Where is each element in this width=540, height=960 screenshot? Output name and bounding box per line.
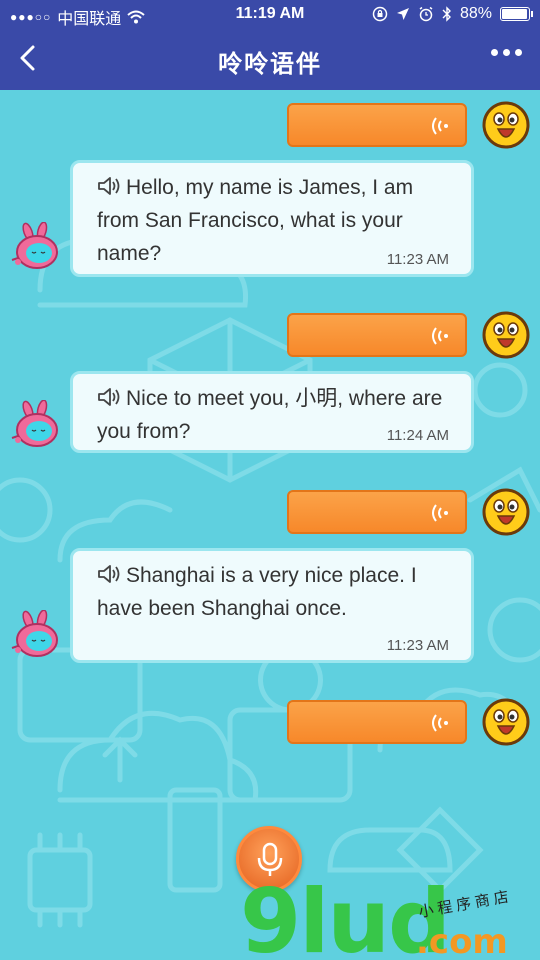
user-voice-message[interactable]: [287, 700, 467, 744]
bot-avatar: [11, 400, 58, 447]
speaker-icon[interactable]: [97, 176, 121, 196]
battery-percent: 88%: [459, 5, 492, 22]
message-time: 11:24 AM: [386, 427, 449, 444]
status-bar: ●●●○○ 中国联通 11:19 AM 88%: [0, 0, 540, 28]
bluetooth-icon: [442, 6, 451, 22]
more-dot: [503, 49, 510, 56]
message-content: Hello, my name is James, I am from San F…: [97, 176, 414, 265]
speaker-icon[interactable]: [97, 564, 121, 584]
battery-fill: [502, 9, 527, 19]
voice-wave-icon: [432, 714, 448, 732]
user-avatar: [482, 101, 530, 149]
user-voice-message[interactable]: [287, 103, 467, 147]
bot-message[interactable]: Shanghai is a very nice place. I have be…: [70, 548, 474, 663]
message-content: Shanghai is a very nice place. I have be…: [97, 564, 417, 620]
nav-bar: 呤呤语伴: [0, 28, 540, 90]
status-right: 88%: [372, 5, 533, 23]
bot-message-text: Shanghai is a very nice place. I have be…: [73, 551, 471, 625]
alarm-icon: [419, 6, 433, 22]
bot-avatar: [11, 610, 58, 657]
user-avatar: [482, 311, 530, 359]
bot-message[interactable]: Hello, my name is James, I am from San F…: [70, 160, 474, 277]
battery-icon: [500, 7, 533, 21]
bot-message[interactable]: Nice to meet you, 小明, where are you from…: [70, 371, 474, 453]
message-time: 11:23 AM: [386, 637, 449, 654]
message-time: 11:23 AM: [386, 251, 449, 268]
voice-wave-icon: [432, 327, 448, 345]
user-avatar: [482, 698, 530, 746]
bot-avatar: [11, 222, 58, 269]
voice-wave-icon: [432, 504, 448, 522]
page-title: 呤呤语伴: [218, 51, 322, 78]
watermark-domain: .com: [416, 922, 508, 960]
voice-wave-icon: [432, 117, 448, 135]
user-avatar: [482, 488, 530, 536]
more-dot: [491, 49, 498, 56]
speaker-icon[interactable]: [97, 387, 121, 407]
user-voice-message[interactable]: [287, 313, 467, 357]
orientation-lock-icon: [372, 6, 388, 22]
more-menu-icon[interactable]: [491, 49, 522, 56]
more-dot: [515, 49, 522, 56]
user-voice-message[interactable]: [287, 490, 467, 534]
location-icon: [396, 8, 409, 20]
